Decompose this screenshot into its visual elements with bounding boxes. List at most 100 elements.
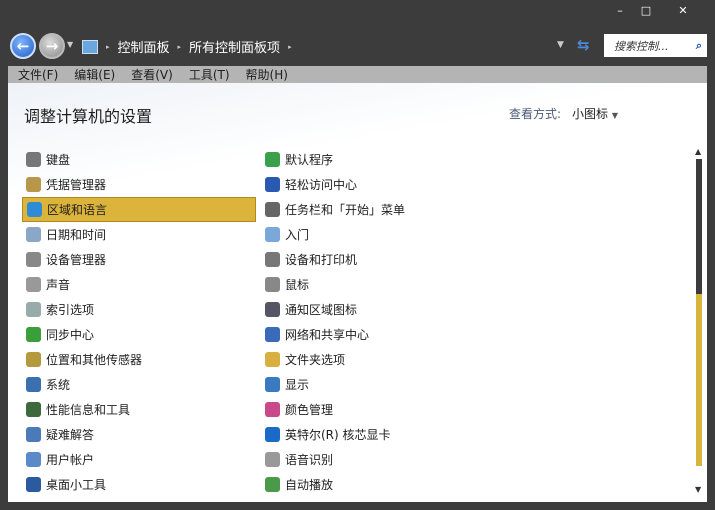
- search-placeholder: 搜索控制...: [614, 39, 669, 53]
- item-icon: [26, 477, 41, 492]
- control-panel-item[interactable]: 默认程序: [261, 147, 495, 172]
- item-label: 显示: [285, 378, 310, 392]
- control-panel-item[interactable]: 日期和时间: [22, 222, 256, 247]
- item-label: 默认程序: [285, 153, 334, 167]
- control-panel-item[interactable]: 网络和共享中心: [261, 322, 495, 347]
- item-icon: [265, 152, 280, 167]
- control-panel-item[interactable]: 系统: [22, 372, 256, 397]
- item-label: 设备和打印机: [285, 253, 358, 267]
- menu-tools[interactable]: 工具(T): [189, 66, 230, 83]
- control-panel-item[interactable]: 设备和打印机: [261, 247, 495, 272]
- item-icon: [265, 327, 280, 342]
- item-icon: [265, 202, 280, 217]
- minimize-button[interactable]: –: [610, 4, 630, 17]
- item-icon: [265, 252, 280, 267]
- item-label: 通知区域图标: [285, 303, 358, 317]
- control-panel-item[interactable]: 文件夹选项: [261, 347, 495, 372]
- view-by-label: 查看方式:: [509, 107, 562, 121]
- breadcrumb-item[interactable]: 控制面板: [118, 37, 170, 56]
- control-panel-item[interactable]: 性能信息和工具: [22, 397, 256, 422]
- control-panel-icon: [82, 39, 98, 54]
- item-label: 颜色管理: [285, 403, 334, 417]
- address-dropdown-icon[interactable]: ▼: [557, 40, 564, 50]
- item-label: 同步中心: [46, 328, 95, 342]
- control-panel-item[interactable]: 设备管理器: [22, 247, 256, 272]
- menu-view[interactable]: 查看(V): [131, 66, 173, 83]
- item-label: 区域和语言: [47, 203, 108, 217]
- item-label: 桌面小工具: [46, 478, 107, 492]
- control-panel-item[interactable]: 凭据管理器: [22, 172, 256, 197]
- item-icon: [26, 277, 41, 292]
- scroll-down-icon[interactable]: ▼: [695, 485, 701, 494]
- item-icon: [27, 202, 42, 217]
- control-panel-item[interactable]: 英特尔(R) 核芯显卡: [261, 422, 495, 447]
- item-icon: [265, 427, 280, 442]
- control-panel-item[interactable]: 同步中心: [22, 322, 256, 347]
- control-panel-item[interactable]: 通知区域图标: [261, 297, 495, 322]
- menu-help[interactable]: 帮助(H): [246, 66, 288, 83]
- search-icon[interactable]: ⌕: [696, 39, 702, 53]
- item-icon: [26, 177, 41, 192]
- item-label: 凭据管理器: [46, 178, 107, 192]
- item-label: 鼠标: [285, 278, 310, 292]
- control-panel-item[interactable]: 语音识别: [261, 447, 495, 472]
- item-label: 自动播放: [285, 478, 334, 492]
- control-panel-item[interactable]: 键盘: [22, 147, 256, 172]
- item-icon: [26, 302, 41, 317]
- control-panel-item[interactable]: 颜色管理: [261, 397, 495, 422]
- control-panel-item[interactable]: 显示: [261, 372, 495, 397]
- item-icon: [265, 227, 280, 242]
- left-column: 键盘凭据管理器区域和语言日期和时间设备管理器声音索引选项同步中心位置和其他传感器…: [22, 147, 256, 497]
- control-panel-item[interactable]: 桌面小工具: [22, 472, 256, 497]
- item-label: 位置和其他传感器: [46, 353, 143, 367]
- item-label: 英特尔(R) 核芯显卡: [285, 428, 391, 442]
- control-panel-item[interactable]: 声音: [22, 272, 256, 297]
- item-icon: [265, 352, 280, 367]
- scroll-up-icon[interactable]: ▲: [695, 147, 701, 156]
- item-label: 任务栏和「开始」菜单: [285, 203, 406, 217]
- control-panel-item[interactable]: 入门: [261, 222, 495, 247]
- item-icon: [265, 377, 280, 392]
- scroll-track: [696, 159, 702, 294]
- maximize-button[interactable]: □: [636, 4, 656, 17]
- item-icon: [265, 302, 280, 317]
- control-panel-item[interactable]: 自动播放: [261, 472, 495, 497]
- item-label: 日期和时间: [46, 228, 107, 242]
- item-label: 疑难解答: [46, 428, 95, 442]
- control-panel-item[interactable]: 疑难解答: [22, 422, 256, 447]
- item-icon: [265, 402, 280, 417]
- close-button[interactable]: ✕: [673, 4, 693, 17]
- item-label: 设备管理器: [46, 253, 107, 267]
- refresh-icon[interactable]: ⇆: [577, 36, 590, 54]
- search-input[interactable]: 搜索控制... ⌕: [604, 34, 707, 57]
- page-title: 调整计算机的设置: [24, 107, 153, 126]
- item-label: 系统: [46, 378, 71, 392]
- item-label: 入门: [285, 228, 310, 242]
- menu-bar: 文件(F) 编辑(E) 查看(V) 工具(T) 帮助(H): [8, 66, 707, 83]
- control-panel-item[interactable]: 用户帐户: [22, 447, 256, 472]
- breadcrumb: ▸ 控制面板 ▸ 所有控制面板项 ▸: [82, 37, 292, 56]
- control-panel-item[interactable]: 轻松访问中心: [261, 172, 495, 197]
- history-dropdown-icon[interactable]: ▼: [67, 40, 73, 49]
- menu-file[interactable]: 文件(F): [18, 66, 58, 83]
- control-panel-item[interactable]: 索引选项: [22, 297, 256, 322]
- back-button[interactable]: ←: [10, 33, 36, 59]
- item-label: 轻松访问中心: [285, 178, 358, 192]
- item-icon: [26, 402, 41, 417]
- forward-button[interactable]: →: [39, 33, 65, 59]
- item-icon: [265, 277, 280, 292]
- control-panel-item[interactable]: 区域和语言: [22, 197, 256, 222]
- item-label: 用户帐户: [46, 453, 95, 467]
- view-by-dropdown[interactable]: 小图标 ▼: [572, 105, 618, 122]
- scroll-thumb[interactable]: [696, 294, 702, 466]
- control-panel-item[interactable]: 鼠标: [261, 272, 495, 297]
- breadcrumb-item[interactable]: 所有控制面板项: [189, 37, 280, 56]
- item-icon: [26, 152, 41, 167]
- item-label: 索引选项: [46, 303, 95, 317]
- control-panel-item[interactable]: 任务栏和「开始」菜单: [261, 197, 495, 222]
- scrollbar[interactable]: ▲ ▼: [695, 147, 702, 497]
- item-icon: [26, 227, 41, 242]
- chevron-down-icon: ▼: [611, 111, 618, 120]
- control-panel-item[interactable]: 位置和其他传感器: [22, 347, 256, 372]
- menu-edit[interactable]: 编辑(E): [74, 66, 115, 83]
